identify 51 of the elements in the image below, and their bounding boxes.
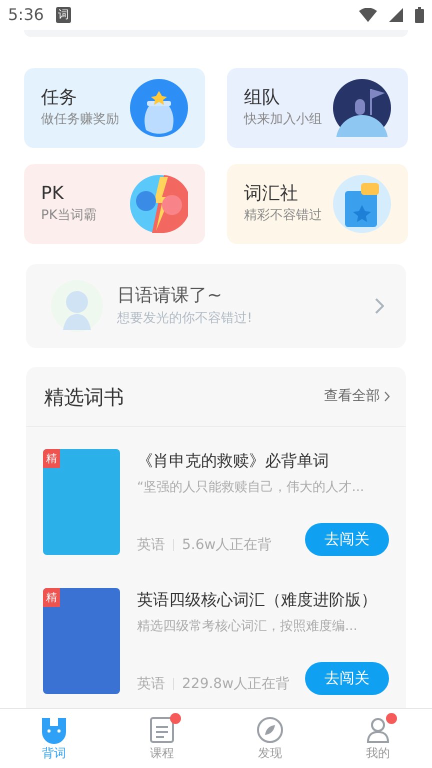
learner-count: 5.6w人正在背 bbox=[182, 536, 273, 555]
nav-tab[interactable]: 课程 bbox=[108, 709, 216, 768]
book-description: “坚强的人只能救赎自己，伟大的人才... bbox=[137, 479, 366, 497]
feature-subtitle: 精彩不容错过 bbox=[244, 207, 323, 225]
bunny-face-icon bbox=[40, 716, 68, 744]
book-title: 英语四级核心词汇（难度进阶版） bbox=[137, 589, 378, 611]
boxing-gloves-icon bbox=[130, 175, 188, 233]
avatar-icon bbox=[51, 280, 103, 332]
book-cover[interactable]: 精 bbox=[43, 449, 120, 555]
feature-subtitle: 快来加入小组 bbox=[244, 111, 323, 129]
feature-card[interactable]: 词汇社 精彩不容错过 bbox=[227, 164, 408, 244]
book-language: 英语 bbox=[137, 675, 165, 694]
learner-count: 229.8w人正在背 bbox=[182, 675, 291, 694]
book-language: 英语 bbox=[137, 536, 165, 555]
moon-flag-icon bbox=[333, 79, 391, 137]
jar-icon bbox=[130, 79, 188, 137]
feature-card[interactable]: PK PK当词霸 bbox=[24, 164, 205, 244]
nav-tab[interactable]: 我的 bbox=[324, 709, 432, 768]
feature-subtitle: PK当词霸 bbox=[41, 207, 98, 225]
promo-subtitle: 想要发光的你不容错过! bbox=[117, 310, 254, 328]
feature-title: 组队 bbox=[244, 86, 281, 110]
document-icon bbox=[149, 716, 175, 744]
feature-title: 词汇社 bbox=[244, 182, 299, 206]
featured-badge: 精 bbox=[43, 588, 60, 607]
battery-icon bbox=[415, 7, 424, 23]
feature-title: PK bbox=[41, 182, 65, 206]
book-chat-icon bbox=[333, 175, 391, 233]
book-cover[interactable]: 精 bbox=[43, 588, 120, 694]
view-all-link[interactable]: 查看全部 bbox=[324, 386, 390, 407]
start-button[interactable]: 去闯关 bbox=[305, 662, 389, 695]
feature-title: 任务 bbox=[41, 86, 78, 110]
featured-badge: 精 bbox=[43, 449, 60, 468]
book-description: 精选四级常考核心词汇，按照难度编... bbox=[137, 618, 358, 636]
person-icon bbox=[365, 716, 391, 744]
feature-subtitle: 做任务赚奖励 bbox=[41, 111, 120, 129]
compass-icon bbox=[256, 716, 284, 744]
chevron-right-icon bbox=[384, 391, 390, 402]
nav-tab[interactable]: 发现 bbox=[216, 709, 324, 768]
wifi-icon bbox=[359, 8, 377, 22]
promo-card[interactable]: 日语请课了~ 想要发光的你不容错过! bbox=[26, 264, 406, 348]
app-badge: 词 bbox=[56, 7, 71, 23]
book-title: 《肖申克的救赎》必背单词 bbox=[137, 450, 330, 472]
feature-card[interactable]: 组队 快来加入小组 bbox=[227, 68, 408, 148]
chevron-right-icon bbox=[375, 298, 384, 314]
start-button[interactable]: 去闯关 bbox=[305, 523, 389, 556]
signal-icon bbox=[389, 8, 403, 22]
status-time: 5:36 bbox=[8, 4, 44, 26]
section-title: 精选词书 bbox=[44, 384, 125, 410]
feature-card[interactable]: 任务 做任务赚奖励 bbox=[24, 68, 205, 148]
nav-tab[interactable]: 背词 bbox=[0, 709, 108, 768]
promo-title: 日语请课了~ bbox=[117, 284, 224, 308]
